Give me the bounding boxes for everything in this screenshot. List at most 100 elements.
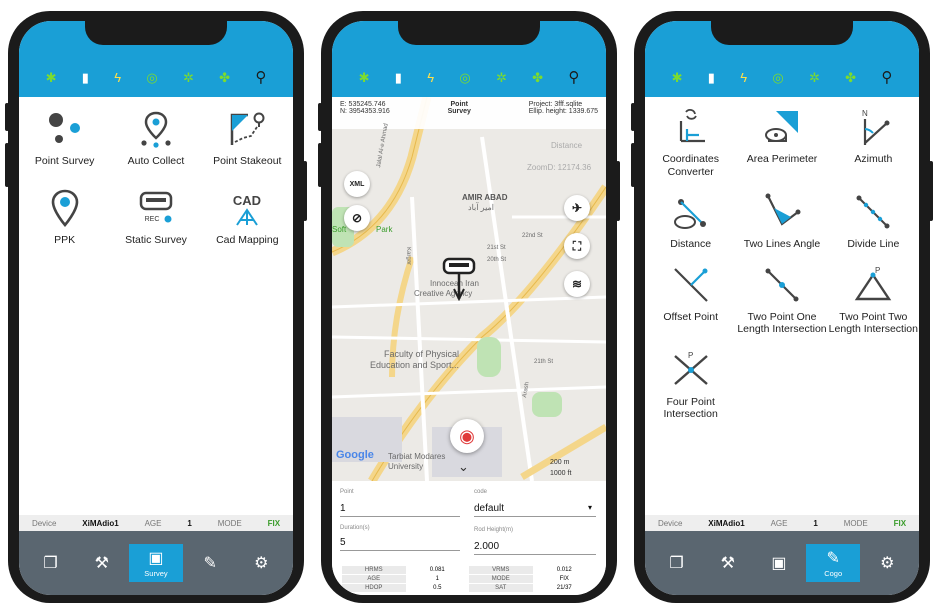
device-icon: ⚒ bbox=[94, 555, 109, 572]
nav-survey[interactable]: ▣ bbox=[755, 544, 803, 582]
tile-label: Two Point One Length Intersection bbox=[737, 310, 827, 336]
tile-area-perimeter[interactable]: Area Perimeter bbox=[736, 107, 827, 178]
stat-label: HRMS bbox=[342, 566, 406, 575]
record-point-button[interactable]: ◉ bbox=[450, 419, 484, 453]
tile-label: Two Lines Angle bbox=[743, 238, 821, 250]
easting-readout: E: 535245.746 bbox=[340, 101, 386, 108]
age-label: AGE bbox=[770, 518, 788, 528]
tile-azimuth[interactable]: N Azimuth bbox=[828, 107, 919, 178]
road-label: Kargar bbox=[405, 247, 412, 266]
battery-icon: ▮ bbox=[707, 70, 715, 85]
xml-button[interactable]: XML bbox=[344, 171, 370, 197]
tile-point-survey[interactable]: Point Survey bbox=[19, 109, 110, 168]
tile-two-lines-angle[interactable]: Two Lines Angle bbox=[736, 192, 827, 251]
receiver-marker-icon bbox=[442, 257, 476, 301]
nav-survey[interactable]: ▣ Survey bbox=[128, 544, 183, 582]
area-label-fa: امیر آباد bbox=[468, 203, 495, 212]
tile-coordinates-converter[interactable]: Coordinates Converter bbox=[645, 107, 736, 178]
map-view[interactable]: E: 535245.746 N: 3954353.916 Point Surve… bbox=[332, 97, 606, 481]
auto-collect-icon bbox=[141, 111, 171, 148]
park-label: Park bbox=[376, 225, 393, 234]
two-point-one-length-icon bbox=[765, 268, 799, 301]
layers-icon: ≋ bbox=[571, 277, 583, 291]
tile-cad-mapping[interactable]: CAD Cad Mapping bbox=[202, 188, 293, 247]
mode-value: FIX bbox=[893, 518, 907, 528]
power-icon: ϟ bbox=[114, 70, 122, 85]
park-label: Soft bbox=[332, 225, 347, 234]
side-button bbox=[318, 103, 322, 131]
two-point-two-length-icon: P bbox=[855, 266, 892, 300]
zoom-label: ZoomD: 12174.36 bbox=[527, 163, 592, 172]
bluetooth-icon[interactable]: ✱ bbox=[46, 71, 57, 85]
fullscreen-button[interactable]: ⛶ bbox=[564, 233, 590, 259]
no-gps-button[interactable]: ⊘ bbox=[344, 205, 370, 231]
tile-label: Area Perimeter bbox=[746, 153, 818, 165]
correction-icon[interactable]: ✤ bbox=[845, 71, 856, 85]
tile-auto-collect[interactable]: Auto Collect bbox=[110, 109, 201, 168]
folder-icon: ❐ bbox=[669, 555, 684, 572]
offset-point-icon bbox=[673, 267, 708, 302]
satellite-icon[interactable]: ✲ bbox=[809, 71, 820, 85]
tile-static-survey[interactable]: REC Static Survey bbox=[110, 188, 201, 247]
correction-icon[interactable]: ✤ bbox=[532, 71, 543, 85]
nav-survey-label: Survey bbox=[144, 569, 168, 578]
nav-cogo[interactable]: ✎ Cogo bbox=[806, 544, 861, 582]
device-value: XiMAdio1 bbox=[708, 518, 745, 528]
rod-height-input[interactable]: 2.000 bbox=[474, 541, 596, 555]
tile-divide-line[interactable]: Divide Line bbox=[828, 192, 919, 251]
bluetooth-icon[interactable]: ✱ bbox=[359, 71, 370, 85]
side-button bbox=[5, 103, 9, 131]
ellip-height-readout: Ellip. height: 1339.675 bbox=[528, 108, 598, 115]
stat-label: SAT bbox=[469, 584, 533, 593]
stat-value: 0.012 bbox=[532, 566, 596, 575]
power-icon: ϟ bbox=[427, 70, 435, 85]
area-perimeter-icon bbox=[764, 111, 798, 142]
antenna-icon[interactable]: ⚲ bbox=[568, 70, 579, 85]
satellite-icon[interactable]: ✲ bbox=[183, 71, 194, 85]
street-label: 21st St bbox=[487, 245, 506, 251]
tile-point-stakeout[interactable]: Point Stakeout bbox=[202, 109, 293, 168]
tile-two-point-one-length[interactable]: Two Point One Length Intersection bbox=[736, 265, 827, 336]
side-button bbox=[318, 143, 322, 187]
tile-distance[interactable]: Distance bbox=[645, 192, 736, 251]
stat-value: 1 bbox=[405, 575, 469, 584]
notch bbox=[398, 21, 540, 45]
distance-label: Distance bbox=[551, 141, 583, 150]
nav-cogo[interactable]: ✎ bbox=[186, 544, 234, 582]
gnss-icon[interactable]: ◎ bbox=[146, 71, 157, 85]
point-survey-icon bbox=[48, 113, 80, 143]
point-input[interactable]: 1 bbox=[340, 503, 460, 517]
code-select[interactable]: default ▾ bbox=[474, 503, 596, 517]
tile-ppk[interactable]: PPK bbox=[19, 188, 110, 247]
nav-settings[interactable]: ⚙ bbox=[863, 544, 911, 582]
tile-four-point-intersection[interactable]: P Four Point Intersection bbox=[645, 350, 736, 421]
nav-project[interactable]: ❐ bbox=[653, 544, 701, 582]
duration-input[interactable]: 5 bbox=[340, 537, 460, 551]
four-point-intersection-icon: P bbox=[673, 351, 708, 385]
compass-button[interactable]: ✈ bbox=[564, 195, 590, 221]
gnss-icon[interactable]: ◎ bbox=[772, 71, 783, 85]
satellite-icon[interactable]: ✲ bbox=[496, 71, 507, 85]
correction-icon[interactable]: ✤ bbox=[219, 71, 230, 85]
tile-label: Offset Point bbox=[663, 310, 718, 323]
antenna-icon[interactable]: ⚲ bbox=[881, 70, 892, 85]
nav-settings[interactable]: ⚙ bbox=[237, 544, 285, 582]
tile-two-point-two-length[interactable]: P Two Point Two Length Intersection bbox=[828, 265, 919, 336]
nav-project[interactable]: ❐ bbox=[27, 544, 75, 582]
device-label: Device bbox=[657, 518, 683, 528]
bluetooth-icon[interactable]: ✱ bbox=[672, 71, 683, 85]
gnss-icon[interactable]: ◎ bbox=[459, 71, 470, 85]
duration-label: Duration(s) bbox=[340, 525, 370, 531]
tile-offset-point[interactable]: Offset Point bbox=[645, 265, 736, 336]
antenna-icon[interactable]: ⚲ bbox=[255, 70, 266, 85]
place-label: Tarbiat Modares bbox=[388, 452, 446, 461]
place-label: Education and Sport... bbox=[370, 360, 460, 370]
nav-device[interactable]: ⚒ bbox=[78, 544, 126, 582]
nav-device[interactable]: ⚒ bbox=[704, 544, 752, 582]
side-button bbox=[631, 143, 635, 187]
pencil-icon: ✎ bbox=[203, 555, 217, 572]
stat-label: HDOP bbox=[342, 584, 406, 593]
layers-button[interactable]: ≋ bbox=[564, 271, 590, 297]
collapse-chevron-icon[interactable]: ⌄ bbox=[458, 459, 469, 475]
bottom-nav: ❐ ⚒ ▣ Survey ✎ ⚙ bbox=[19, 531, 293, 595]
